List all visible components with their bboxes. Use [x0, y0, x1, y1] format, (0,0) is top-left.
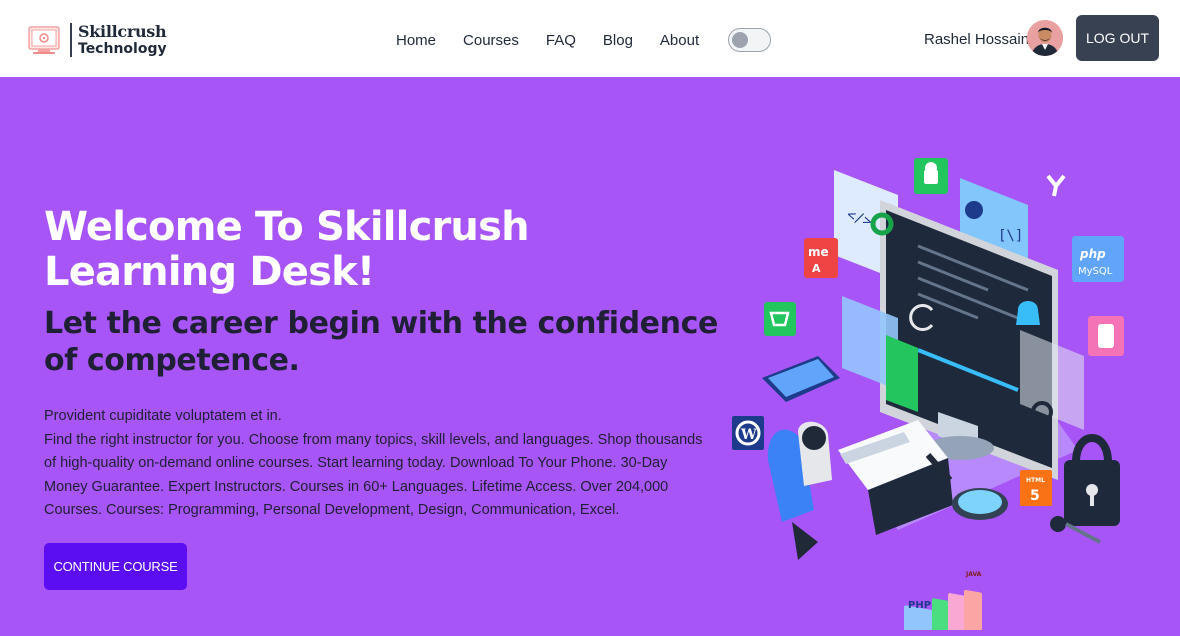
brand-name: Skillcrush Technology: [78, 22, 167, 57]
tablet-device: [762, 356, 840, 402]
nav-link-about[interactable]: About: [660, 32, 699, 49]
book-php-label: PHP: [908, 600, 931, 611]
hero-title: Welcome To Skillcrush Learning Desk!: [44, 205, 604, 295]
brand-name-line1: Skillcrush: [78, 22, 167, 41]
angular-me-icon: me A: [804, 238, 838, 278]
nav-link-home[interactable]: Home: [396, 32, 436, 49]
code-panel-green: [886, 335, 918, 412]
brand-divider: [70, 23, 72, 57]
php-mysql-icon: php MySQL: [1072, 236, 1124, 282]
person-at-desk: [767, 420, 953, 560]
hero-title-line2: Learning Desk!: [44, 249, 375, 295]
logout-button[interactable]: LOG OUT: [1076, 15, 1159, 61]
user-name: Rashel Hossain: [924, 31, 1030, 48]
php-badge-label: php: [1079, 247, 1106, 261]
theme-toggle-knob: [732, 32, 749, 48]
wordpress-icon: W: [732, 416, 764, 450]
books-stack: PHP JAVA: [904, 571, 982, 630]
book-java-label: JAVA: [965, 571, 982, 578]
html5-icon: HTML 5: [1020, 470, 1052, 506]
continue-course-button[interactable]: CONTINUE COURSE: [44, 543, 187, 590]
brand-logo-icon: [28, 26, 60, 54]
brand-name-line2: Technology: [78, 41, 167, 57]
learning-desk-illustration: </> [\] PHP JAVA me A php MySQL W HTML 5: [732, 158, 1124, 630]
nav-link-blog[interactable]: Blog: [603, 32, 633, 49]
theme-toggle[interactable]: [728, 28, 772, 52]
svg-text:W: W: [740, 427, 757, 443]
main-nav: Home Courses FAQ Blog About: [396, 28, 772, 52]
hero-description-intro: Provident cupiditate voluptatem et in.: [44, 408, 282, 424]
top-navbar: Skillcrush Technology Home Courses FAQ B…: [0, 0, 1180, 77]
user-avatar[interactable]: [1027, 20, 1063, 56]
avatar-portrait-icon: [1027, 20, 1063, 56]
yii-framework-icon: [1040, 166, 1072, 202]
svg-text:5: 5: [1030, 488, 1040, 504]
nav-link-courses[interactable]: Courses: [463, 32, 519, 49]
svg-text:A: A: [812, 262, 821, 275]
apple-icon: [1088, 316, 1124, 356]
me-badge-label: me: [808, 245, 829, 259]
html-badge-label: HTML: [1026, 477, 1045, 484]
mysql-badge-label: MySQL: [1078, 266, 1113, 277]
hero-title-line1: Welcome To Skillcrush: [44, 204, 530, 250]
brand-logo-link[interactable]: Skillcrush Technology: [28, 22, 167, 58]
shopping-cart-icon: [764, 302, 796, 336]
svg-text:[\]: [\]: [998, 228, 1023, 244]
hero-description: Provident cupiditate voluptatem et in. F…: [44, 405, 704, 523]
nav-link-faq[interactable]: FAQ: [546, 32, 576, 49]
hero-subtitle: Let the career begin with the confidence…: [44, 306, 718, 378]
android-icon: [914, 158, 948, 194]
hero-description-details: Find the right instructor for you. Choos…: [44, 431, 703, 519]
